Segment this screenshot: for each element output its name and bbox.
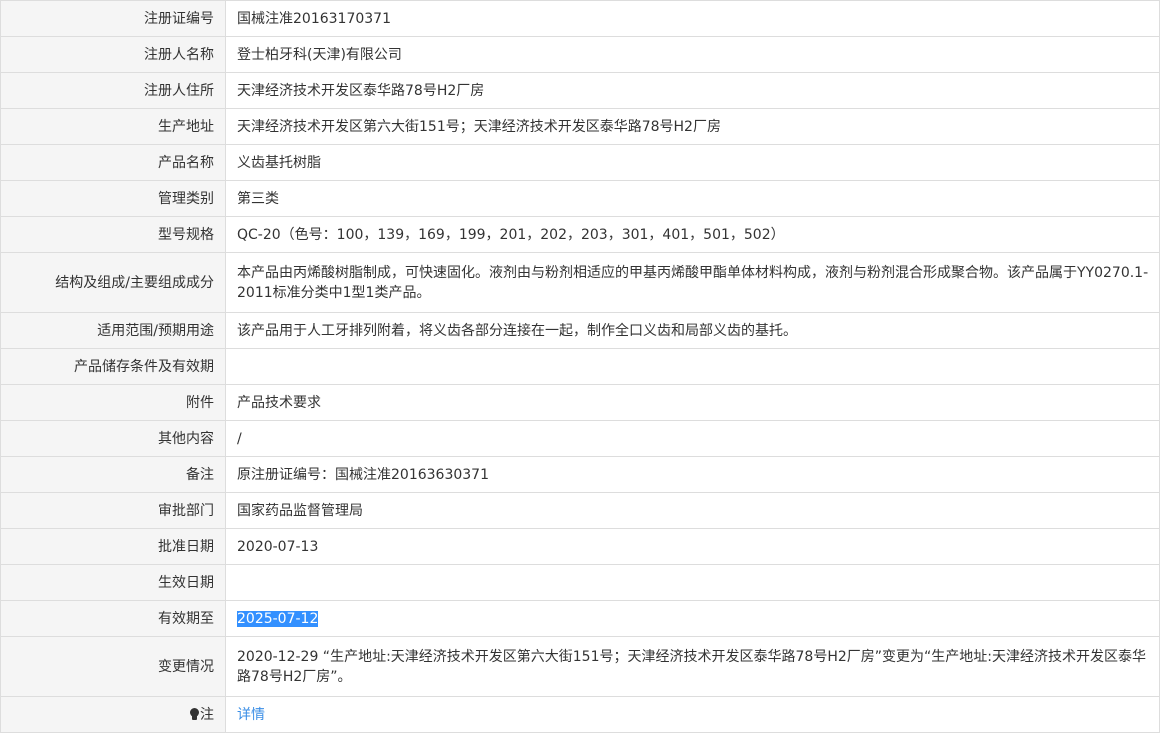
row-model-spec: 型号规格 QC-20（色号：100，139，169，199，201，202，20…	[0, 216, 1160, 253]
details-link[interactable]: 详情	[237, 707, 265, 723]
row-remarks: 备注 原注册证编号：国械注准20163630371	[0, 456, 1160, 493]
row-label: 批准日期	[0, 528, 226, 565]
row-storage-conditions: 产品储存条件及有效期	[0, 348, 1160, 385]
row-label: 其他内容	[0, 420, 226, 457]
row-label: 审批部门	[0, 492, 226, 529]
row-value: 原注册证编号：国械注准20163630371	[225, 456, 1160, 493]
row-label: 结构及组成/主要组成成分	[0, 252, 226, 313]
note-label: 注	[200, 706, 214, 723]
detail-table: 注册证编号 国械注准20163170371 注册人名称 登士柏牙科(天津)有限公…	[0, 0, 1160, 733]
row-intended-use: 适用范围/预期用途 该产品用于人工牙排列附着，将义齿各部分连接在一起，制作全口义…	[0, 312, 1160, 349]
row-value: 该产品用于人工牙排列附着，将义齿各部分连接在一起，制作全口义齿和局部义齿的基托。	[225, 312, 1160, 349]
row-value: 天津经济技术开发区第六大街151号；天津经济技术开发区泰华路78号H2厂房	[225, 108, 1160, 145]
row-label: 生产地址	[0, 108, 226, 145]
row-label: 型号规格	[0, 216, 226, 253]
row-label-note: 注	[0, 696, 226, 733]
row-value: 义齿基托树脂	[225, 144, 1160, 181]
row-label: 适用范围/预期用途	[0, 312, 226, 349]
row-value: /	[225, 420, 1160, 457]
row-label: 管理类别	[0, 180, 226, 217]
row-registration-number: 注册证编号 国械注准20163170371	[0, 0, 1160, 37]
row-management-category: 管理类别 第三类	[0, 180, 1160, 217]
row-label: 产品储存条件及有效期	[0, 348, 226, 385]
row-value	[225, 564, 1160, 601]
row-production-address: 生产地址 天津经济技术开发区第六大街151号；天津经济技术开发区泰华路78号H2…	[0, 108, 1160, 145]
row-value: 2020-12-29 “生产地址:天津经济技术开发区第六大街151号；天津经济技…	[225, 636, 1160, 697]
row-registrant-name: 注册人名称 登士柏牙科(天津)有限公司	[0, 36, 1160, 73]
row-attachment: 附件 产品技术要求	[0, 384, 1160, 421]
row-value: 登士柏牙科(天津)有限公司	[225, 36, 1160, 73]
row-label: 附件	[0, 384, 226, 421]
row-label: 注册人名称	[0, 36, 226, 73]
row-registrant-address: 注册人住所 天津经济技术开发区泰华路78号H2厂房	[0, 72, 1160, 109]
row-label: 有效期至	[0, 600, 226, 637]
selected-valid-until-text[interactable]: 2025-07-12	[237, 610, 319, 627]
row-value	[225, 348, 1160, 385]
row-approval-department: 审批部门 国家药品监督管理局	[0, 492, 1160, 529]
row-label: 注册证编号	[0, 0, 226, 37]
row-value: 第三类	[225, 180, 1160, 217]
registration-detail: 注册证编号 国械注准20163170371 注册人名称 登士柏牙科(天津)有限公…	[0, 0, 1160, 733]
row-value: 本产品由丙烯酸树脂制成，可快速固化。液剂由与粉剂相适应的甲基丙烯酸甲酯单体材料构…	[225, 252, 1160, 313]
row-value: 国家药品监督管理局	[225, 492, 1160, 529]
row-label: 备注	[0, 456, 226, 493]
row-other-content: 其他内容 /	[0, 420, 1160, 457]
row-label: 注册人住所	[0, 72, 226, 109]
row-value: 产品技术要求	[225, 384, 1160, 421]
row-value: 天津经济技术开发区泰华路78号H2厂房	[225, 72, 1160, 109]
row-value: 国械注准20163170371	[225, 0, 1160, 37]
row-label: 变更情况	[0, 636, 226, 697]
row-structure-composition: 结构及组成/主要组成成分 本产品由丙烯酸树脂制成，可快速固化。液剂由与粉剂相适应…	[0, 252, 1160, 313]
row-valid-until: 有效期至 2025-07-12	[0, 600, 1160, 637]
row-note: 注 详情	[0, 696, 1160, 733]
row-value: QC-20（色号：100，139，169，199，201，202，203，301…	[225, 216, 1160, 253]
row-change-history: 变更情况 2020-12-29 “生产地址:天津经济技术开发区第六大街151号；…	[0, 636, 1160, 697]
row-product-name: 产品名称 义齿基托树脂	[0, 144, 1160, 181]
lightbulb-icon	[190, 707, 199, 720]
row-approval-date: 批准日期 2020-07-13	[0, 528, 1160, 565]
row-value: 2020-07-13	[225, 528, 1160, 565]
row-value-cell: 2025-07-12	[225, 600, 1160, 637]
row-effective-date: 生效日期	[0, 564, 1160, 601]
row-label: 产品名称	[0, 144, 226, 181]
row-label: 生效日期	[0, 564, 226, 601]
row-value-note: 详情	[225, 696, 1160, 733]
